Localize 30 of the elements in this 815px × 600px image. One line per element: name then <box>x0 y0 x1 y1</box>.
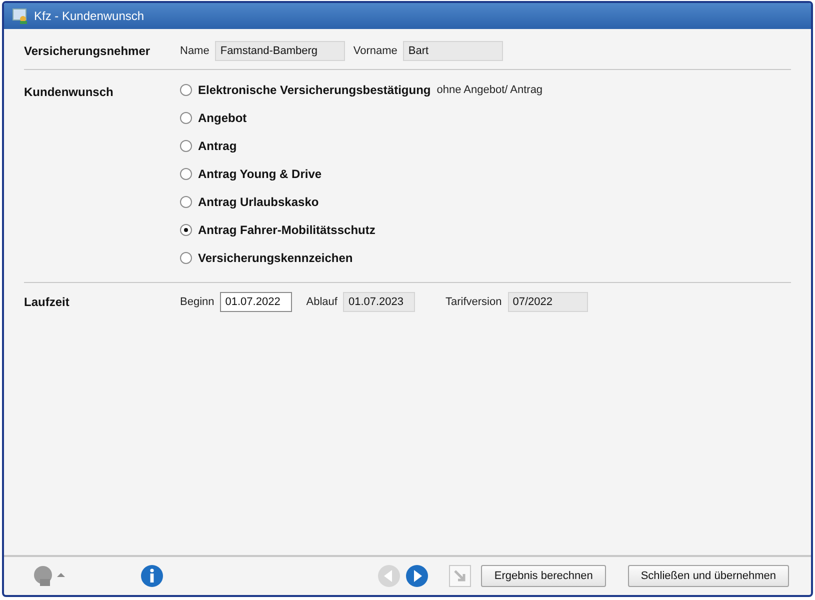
field-label: Vorname <box>353 45 398 57</box>
forward-icon[interactable] <box>405 564 430 588</box>
radio-button[interactable] <box>180 224 192 236</box>
window-title: Kfz - Kundenwunsch <box>34 9 144 23</box>
app-icon <box>12 8 28 24</box>
radio-option[interactable]: Antrag Fahrer-Mobilitätsschutz <box>180 216 543 244</box>
radio-option[interactable]: Angebot <box>180 104 543 132</box>
field-label: Beginn <box>180 296 214 308</box>
section-label: Kundenwunsch <box>24 84 114 101</box>
radio-option[interactable]: Antrag Young & Drive <box>180 160 543 188</box>
radio-button[interactable] <box>180 252 192 264</box>
user-icon[interactable] <box>32 565 66 587</box>
radio-button[interactable] <box>180 84 192 96</box>
field-label: Tarifversion <box>445 296 502 308</box>
radio-option[interactable]: Antrag Urlaubskasko <box>180 188 543 216</box>
input-field[interactable]: 01.07.2022 <box>220 292 292 312</box>
field-label: Name <box>180 45 210 57</box>
radio-option[interactable]: Versicherungskennzeichen <box>180 244 543 272</box>
radio-option[interactable]: Antrag <box>180 132 543 160</box>
radio-button[interactable] <box>180 168 192 180</box>
radio-option[interactable]: Elektronische Versicherungsbestätigung ohne Angebot/ Antrag <box>180 76 543 104</box>
radio-button[interactable] <box>180 112 192 124</box>
section-label: Versicherungsnehmer <box>24 43 152 60</box>
section-label: Laufzeit <box>24 294 70 311</box>
field-label: Ablauf <box>306 296 338 308</box>
radio-button[interactable] <box>180 140 192 152</box>
info-icon[interactable] <box>140 564 164 588</box>
close-apply-button[interactable]: Schließen und übernehmen <box>628 565 789 587</box>
calculate-button[interactable]: Ergebnis berechnen <box>481 565 606 587</box>
radio-button[interactable] <box>180 196 192 208</box>
